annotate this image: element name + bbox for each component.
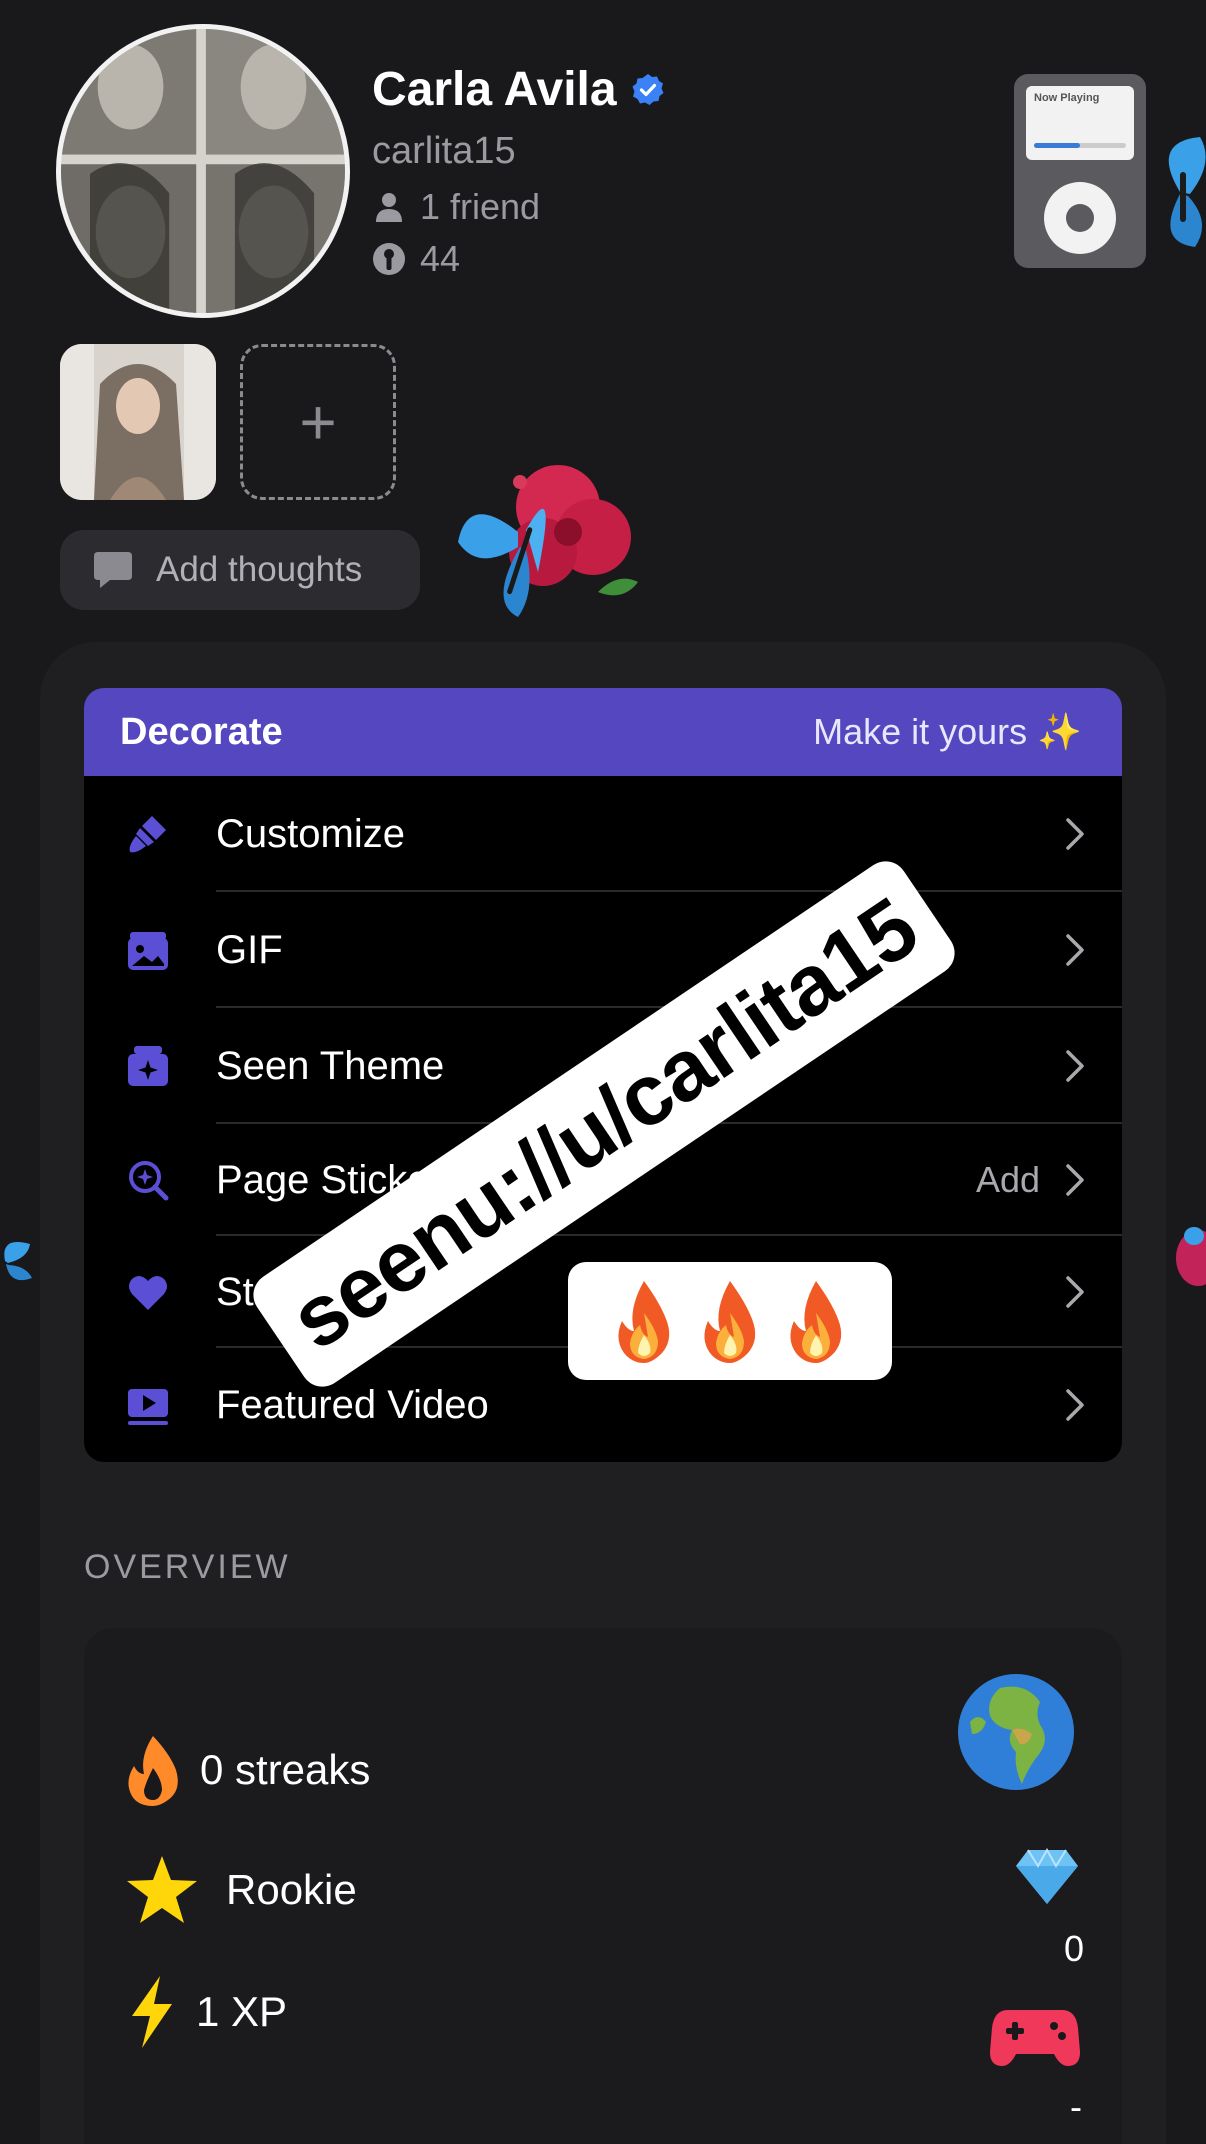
rank-row[interactable]: Rookie [124,1854,357,1926]
friends-count[interactable]: 1 friend [372,186,540,228]
butterfly-sticker-icon [1168,137,1206,247]
star-icon [127,1856,197,1923]
fire-icon [618,1281,670,1363]
username: carlita15 [372,130,516,172]
chevron-right-icon [1066,934,1084,966]
person-icon [376,193,402,222]
gems-count: 0 [1064,1928,1085,1969]
globe-icon[interactable] [956,1672,1076,1792]
menu-item-label: GIF [216,927,283,972]
flower-sticker-icon [1176,1227,1206,1286]
photo-thumbnail-image [60,344,216,500]
score-label: 44 [420,238,461,279]
game-controller-icon[interactable] [990,2006,1080,2068]
diamond-icon[interactable] [1014,1848,1080,1906]
name-row: Carla Avila [372,62,665,117]
sparkle-square-icon [128,1046,168,1086]
paintbrush-icon [129,816,166,853]
streaks-label: 0 streaks [200,1746,371,1793]
verified-badge-icon [632,73,664,105]
heart-icon [129,1275,167,1310]
chevron-right-icon [1066,1050,1084,1082]
menu-item-label: Seen Theme [216,1043,445,1088]
streaks-row[interactable]: 0 streaks [124,1734,370,1806]
menu-item-label: Customize [216,811,405,856]
chevron-right-icon [1066,1164,1084,1196]
menu-item-gif[interactable]: GIF [84,892,1122,1008]
speech-bubble-icon [94,552,132,588]
key-badge-icon [373,243,405,275]
chevron-right-icon [1066,818,1084,850]
now-playing-screen: Now Playing [1026,86,1134,160]
decorate-title: Decorate [120,710,283,753]
menu-item-label: St [216,1269,254,1314]
profile-photo-thumbnail[interactable] [60,344,216,500]
avatar-photo [61,29,345,313]
butterfly-sticker-icon [4,1242,32,1281]
chevron-right-icon [1066,1276,1084,1308]
menu-item-customize[interactable]: Customize [84,776,1122,892]
now-playing-label: Now Playing [1034,92,1100,104]
menu-item-label: Featured Video [216,1382,489,1427]
xp-label: 1 XP [196,1988,288,2035]
chevron-right-icon [1066,1389,1084,1421]
magnify-sparkle-icon [129,1161,169,1201]
fire-icon [790,1281,842,1363]
rank-label: Rookie [226,1866,357,1913]
hibiscus-butterfly-sticker-icon [458,465,638,617]
lightning-bolt-icon [132,1976,172,2048]
play-video-icon [128,1389,168,1425]
overview-section-title: OVERVIEW [84,1548,291,1586]
friends-label: 1 friend [420,186,541,227]
score-count: 44 [372,238,460,280]
photo-icon [128,932,168,970]
display-name: Carla Avila [372,63,617,116]
fire-icon [704,1281,756,1363]
add-thoughts-button[interactable]: Add thoughts [60,530,420,610]
games-count: - [1070,2086,1082,2127]
now-playing-progress [1034,143,1126,148]
profile-avatar[interactable] [56,24,350,318]
decorate-header[interactable]: Decorate Make it yours ✨ [84,688,1122,776]
click-wheel-icon [1044,182,1116,254]
xp-row[interactable]: 1 XP [126,1974,287,2050]
fire-emoji-sticker[interactable] [568,1262,892,1380]
add-photo-button[interactable]: + [240,344,396,500]
thoughts-label: Add thoughts [156,550,363,589]
now-playing-widget[interactable]: Now Playing [1014,74,1146,268]
flame-icon [128,1736,178,1806]
decorate-subtitle: Make it yours ✨ [813,711,1082,752]
menu-item-action: Add [975,1159,1040,1200]
